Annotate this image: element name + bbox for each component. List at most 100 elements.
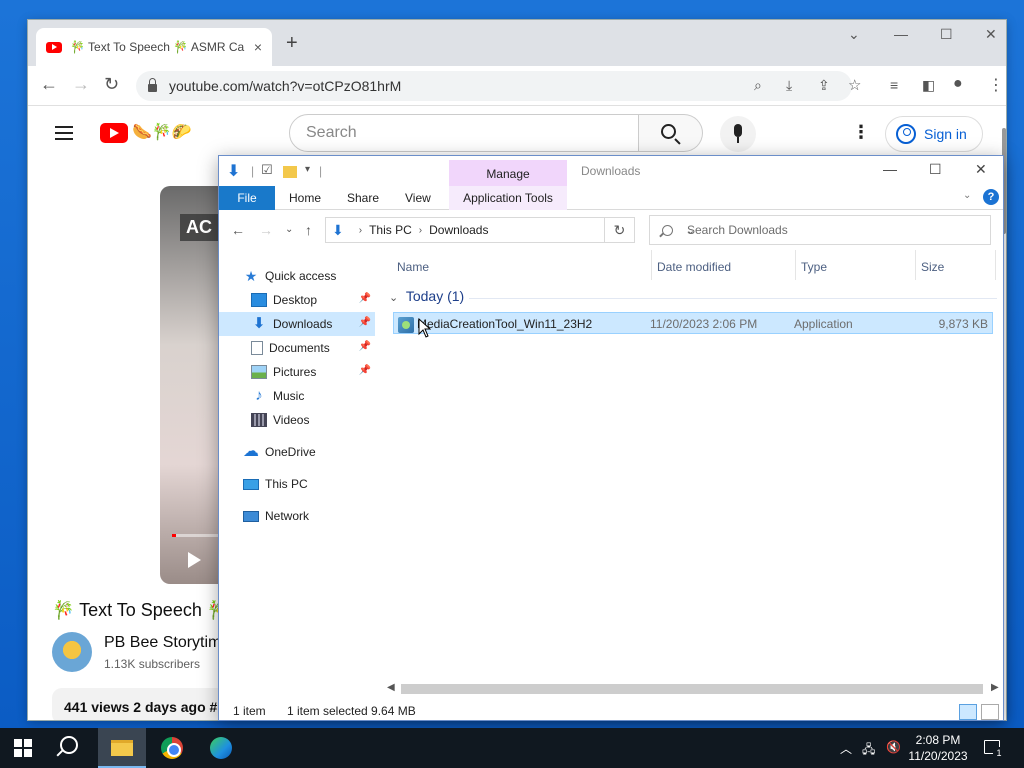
- ribbon-tab-view[interactable]: View: [405, 191, 431, 205]
- network-status-icon[interactable]: 🖧: [862, 740, 875, 761]
- nav-network[interactable]: Network: [219, 504, 375, 528]
- file-explorer-window: ⬇ | ☑ ▾ | Manage Downloads — ☐ ✕ File Ho…: [218, 155, 1004, 721]
- explorer-forward-button[interactable]: →: [259, 222, 273, 238]
- close-window-button[interactable]: ✕: [985, 26, 997, 43]
- properties-check-icon[interactable]: ☑: [261, 162, 273, 178]
- play-icon[interactable]: [188, 552, 201, 568]
- explorer-address-bar[interactable]: ⬇ › This PC › Downloads ⌄: [325, 217, 695, 243]
- taskbar-chrome[interactable]: [148, 728, 196, 768]
- browser-tab-youtube[interactable]: 🎋 Text To Speech 🎋 ASMR Ca ×: [36, 28, 272, 66]
- youtube-doodle-icon[interactable]: 🌭🎋🌮: [132, 122, 192, 142]
- action-center-icon[interactable]: 1: [984, 740, 1005, 759]
- nav-this-pc[interactable]: This PC: [219, 472, 375, 496]
- up-one-level-button[interactable]: ↑: [305, 222, 312, 238]
- column-header-date-modified[interactable]: Date modified: [657, 260, 731, 274]
- breadcrumb-this-pc[interactable]: This PC: [369, 223, 412, 237]
- zoom-search-icon[interactable]: ⌕: [754, 77, 762, 94]
- expand-ribbon-chevron-icon[interactable]: ⌄: [963, 190, 971, 201]
- media-controls-icon[interactable]: ≡: [890, 77, 898, 93]
- nav-music[interactable]: ♪ Music: [219, 384, 375, 408]
- column-divider[interactable]: [915, 250, 916, 280]
- address-bar[interactable]: youtube.com/watch?v=otCPzO81hrM ⌕ ⤓ ⇪ ☆: [136, 71, 861, 101]
- ribbon-tab-share[interactable]: Share: [347, 191, 379, 205]
- group-divider-line: [469, 298, 997, 299]
- edge-icon: [210, 737, 232, 759]
- manage-contextual-tab[interactable]: Manage: [449, 160, 567, 187]
- show-hidden-icons-chevron-icon[interactable]: ︿: [840, 740, 852, 757]
- help-icon[interactable]: ?: [983, 189, 999, 205]
- volume-muted-icon[interactable]: 🔇: [886, 740, 901, 754]
- explorer-close-button[interactable]: ✕: [975, 161, 987, 178]
- column-divider[interactable]: [995, 250, 996, 280]
- sign-in-button[interactable]: Sign in: [885, 116, 983, 152]
- youtube-search-input[interactable]: Search: [289, 114, 639, 152]
- details-view-icon[interactable]: [959, 704, 977, 720]
- channel-avatar[interactable]: [52, 632, 92, 672]
- bookmark-star-icon[interactable]: ☆: [848, 76, 861, 94]
- nav-videos[interactable]: Videos: [219, 408, 375, 432]
- tab-close-icon[interactable]: ×: [254, 39, 262, 55]
- forward-button[interactable]: →: [72, 74, 90, 95]
- youtube-search-button[interactable]: [639, 114, 703, 152]
- scroll-left-icon[interactable]: ◀: [387, 682, 395, 693]
- column-header-type[interactable]: Type: [801, 260, 827, 274]
- profile-avatar-icon[interactable]: ●: [953, 75, 963, 93]
- horizontal-scrollbar[interactable]: ◀ ▶: [385, 682, 1003, 696]
- taskbar-clock[interactable]: 2:08 PM 11/20/2023: [906, 732, 970, 764]
- nav-documents[interactable]: Documents 📌: [219, 336, 375, 360]
- desktop-icon: [251, 293, 267, 307]
- share-icon[interactable]: ⇪: [818, 77, 830, 94]
- nav-quick-access[interactable]: ★ Quick access: [219, 264, 375, 288]
- refresh-button[interactable]: ↻: [605, 217, 635, 243]
- column-header-name[interactable]: Name: [397, 260, 429, 274]
- scrollbar-thumb[interactable]: [401, 684, 983, 694]
- reload-button[interactable]: ↻: [104, 74, 119, 95]
- breadcrumb-chevron-icon[interactable]: ›: [419, 225, 422, 236]
- large-icons-view-icon[interactable]: [981, 704, 999, 720]
- nav-onedrive[interactable]: ☁ OneDrive: [219, 440, 375, 464]
- nav-downloads[interactable]: ⬇ Downloads 📌: [219, 312, 375, 336]
- tab-search-chevron-icon[interactable]: ⌄: [848, 26, 860, 43]
- cloud-icon: ☁: [243, 443, 259, 460]
- scroll-right-icon[interactable]: ▶: [991, 682, 999, 693]
- voice-search-mic-icon[interactable]: [720, 116, 756, 152]
- lock-icon[interactable]: [148, 78, 157, 92]
- sign-in-label: Sign in: [924, 126, 967, 142]
- chrome-menu-icon[interactable]: ⋮: [988, 75, 1004, 95]
- side-panel-icon[interactable]: ◧: [922, 77, 935, 94]
- new-tab-button[interactable]: +: [286, 32, 298, 55]
- chrome-icon: [161, 737, 183, 759]
- explorer-back-button[interactable]: ←: [231, 222, 245, 238]
- minimize-button[interactable]: —: [894, 26, 908, 42]
- column-divider[interactable]: [795, 250, 796, 280]
- start-button[interactable]: [14, 739, 32, 757]
- explorer-minimize-button[interactable]: —: [883, 161, 897, 177]
- channel-name[interactable]: PB Bee Storytim: [104, 634, 221, 652]
- application-icon: [398, 317, 414, 333]
- file-row-selected[interactable]: MediaCreationTool_Win11_23H2 11/20/2023 …: [393, 312, 993, 334]
- nav-pictures[interactable]: Pictures 📌: [219, 360, 375, 384]
- install-app-icon[interactable]: ⤓: [786, 77, 792, 94]
- taskbar-file-explorer[interactable]: [98, 728, 146, 768]
- ribbon-tab-application-tools[interactable]: Application Tools: [449, 186, 567, 210]
- quick-access-toolbar-dropdown-icon[interactable]: ▾: [305, 164, 310, 175]
- column-divider[interactable]: [651, 250, 652, 280]
- new-folder-icon[interactable]: [283, 166, 297, 178]
- ribbon-tab-home[interactable]: Home: [289, 191, 321, 205]
- recent-locations-dropdown-icon[interactable]: ⌄: [285, 224, 293, 235]
- settings-kebab-icon[interactable]: ⋮: [852, 122, 870, 143]
- column-header-size[interactable]: Size: [921, 260, 944, 274]
- hamburger-menu-icon[interactable]: [55, 126, 73, 140]
- taskbar-edge[interactable]: [197, 728, 245, 768]
- back-button[interactable]: ←: [40, 74, 58, 95]
- breadcrumb-downloads[interactable]: Downloads: [429, 223, 488, 237]
- explorer-maximize-button[interactable]: ☐: [929, 161, 942, 178]
- nav-desktop[interactable]: Desktop 📌: [219, 288, 375, 312]
- ribbon-tab-file[interactable]: File: [219, 186, 275, 210]
- youtube-logo[interactable]: [100, 123, 128, 143]
- explorer-search-input[interactable]: Search Downloads: [649, 215, 991, 245]
- maximize-button[interactable]: ☐: [940, 26, 953, 43]
- breadcrumb-chevron-icon[interactable]: ›: [359, 225, 362, 236]
- taskbar-search-icon[interactable]: [60, 736, 78, 754]
- group-header-today[interactable]: ⌄ Today (1): [389, 288, 464, 304]
